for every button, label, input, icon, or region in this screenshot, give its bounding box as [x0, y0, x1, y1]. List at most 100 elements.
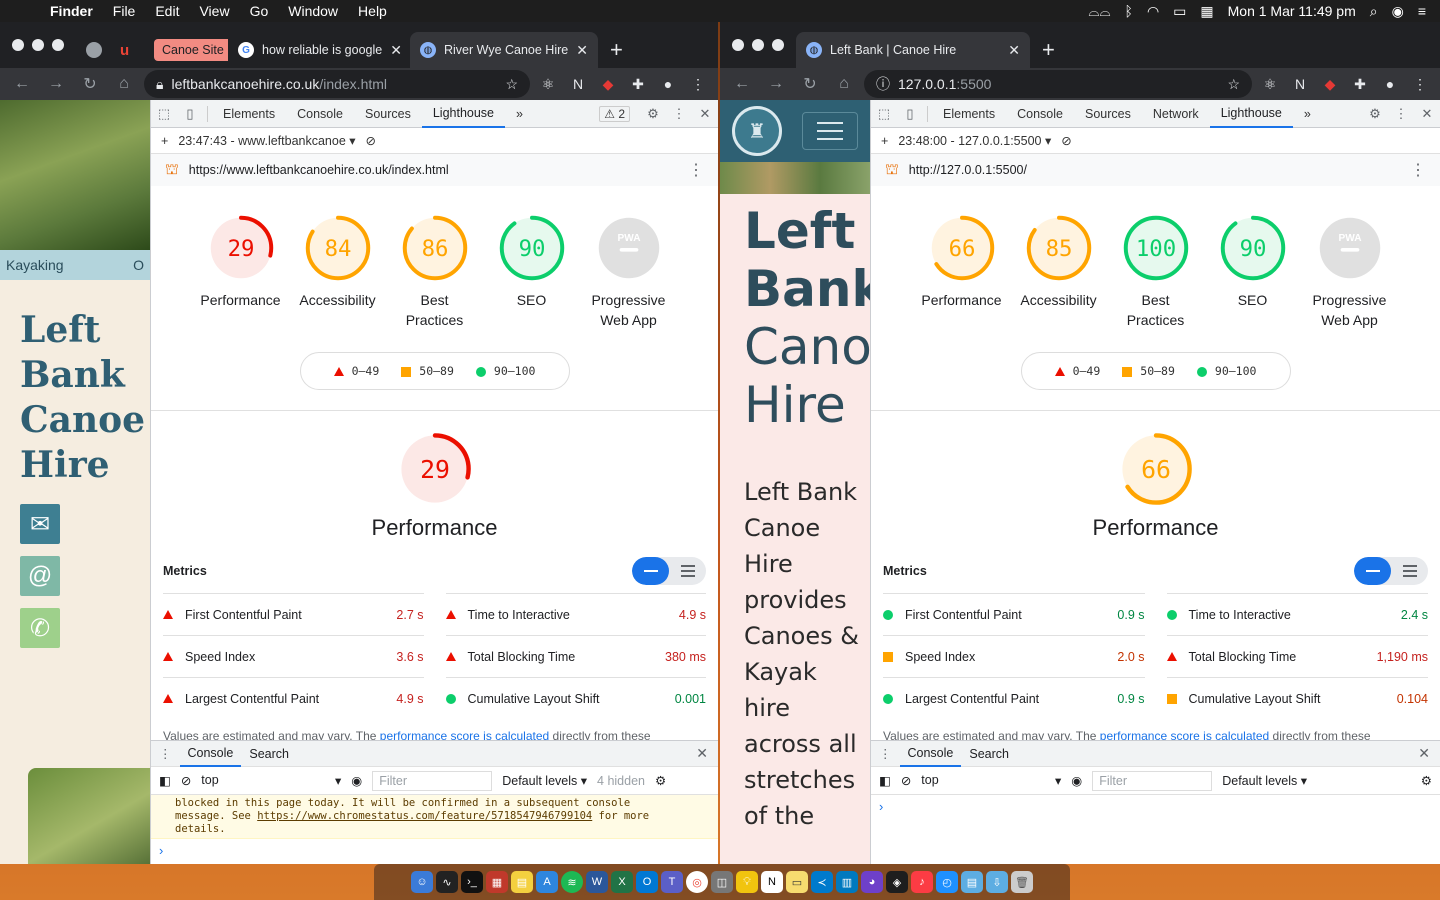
close-tab-icon[interactable]: ✕	[390, 42, 402, 59]
drawer-menu-icon[interactable]: ⋮	[151, 746, 180, 761]
spotify-icon[interactable]: ≋	[561, 871, 583, 893]
app-store-icon[interactable]: A	[536, 871, 558, 893]
more-tabs-icon[interactable]: »	[505, 100, 534, 128]
email-icon[interactable]: ✉	[20, 504, 60, 544]
vscode-icon[interactable]: ≺	[811, 871, 833, 893]
minimize-window-button[interactable]	[752, 39, 764, 51]
forward-icon[interactable]: →	[42, 75, 70, 93]
tab-left-bank[interactable]: ◍ Left Bank | Canoe Hire ✕	[796, 32, 1030, 68]
chrome-icon[interactable]: ◎	[686, 871, 708, 893]
score-gauge-performance[interactable]: 29 Performance	[198, 212, 283, 330]
menu-go[interactable]: Go	[240, 3, 279, 19]
figma-icon[interactable]: ◈	[886, 871, 908, 893]
battery-icon[interactable]: ▭	[1173, 3, 1186, 20]
react-devtools-icon[interactable]: ⚛	[1258, 76, 1282, 93]
context-select[interactable]: top ▾	[921, 773, 1061, 788]
live-expression-eye-icon[interactable]: ◉	[1071, 773, 1082, 788]
close-tab-icon[interactable]: ✕	[576, 42, 588, 59]
log-levels-select[interactable]: Default levels ▾	[1222, 773, 1307, 788]
settings-gear-icon[interactable]: ⚙	[640, 106, 666, 122]
zoom-window-button[interactable]	[52, 39, 64, 51]
drawer-tab-console[interactable]: Console	[899, 741, 962, 767]
expanded-view-icon[interactable]	[1391, 557, 1428, 585]
reload-icon[interactable]: ↻	[76, 74, 104, 94]
nav-next-link[interactable]: O	[133, 257, 144, 273]
tab-river-wye[interactable]: ◍ River Wye Canoe Hire ✕	[410, 32, 598, 68]
inspect-element-icon[interactable]: ⬚	[151, 106, 177, 122]
close-tab-icon[interactable]: ✕	[1008, 42, 1020, 59]
menu-file[interactable]: File	[103, 3, 146, 19]
profile-avatar[interactable]: ●	[656, 76, 680, 92]
keep-icon[interactable]: 💡︎	[736, 871, 758, 893]
more-tabs-icon[interactable]: »	[1293, 100, 1322, 128]
console-filter-input[interactable]: Filter	[372, 770, 493, 791]
info-icon[interactable]: ⓘ	[876, 74, 890, 94]
drawer-tab-console[interactable]: Console	[179, 741, 242, 767]
chromestatus-link[interactable]: https://www.chromestatus.com/feature/571…	[257, 810, 592, 822]
word-icon[interactable]: W	[586, 871, 608, 893]
nav-kayaking-link[interactable]: Kayaking	[6, 257, 64, 273]
score-gauge-accessibility[interactable]: 84 Accessibility	[295, 212, 380, 330]
devtools-tab-lighthouse[interactable]: Lighthouse	[1209, 100, 1293, 128]
bookmark-star-icon[interactable]: ☆	[505, 76, 518, 93]
clear-reports-icon[interactable]: ⊘	[1061, 133, 1071, 148]
new-tab-button[interactable]: +	[598, 32, 635, 68]
spotlight-search-icon[interactable]: ⌕	[1370, 3, 1378, 20]
sidebar-toggle-icon[interactable]: ◧	[159, 773, 171, 788]
devtools-tab-elements[interactable]: Elements	[212, 100, 286, 128]
sidebar-toggle-icon[interactable]: ◧	[879, 773, 891, 788]
calendar-icon[interactable]: ▦	[1200, 3, 1213, 20]
close-window-button[interactable]	[732, 39, 744, 51]
menu-help[interactable]: Help	[348, 3, 397, 19]
notion-icon[interactable]: N	[1288, 76, 1312, 92]
live-expression-eye-icon[interactable]: ◉	[351, 773, 362, 788]
notion-dock-icon[interactable]: N	[761, 871, 783, 893]
settings-gear-icon[interactable]: ⚙	[1362, 106, 1388, 122]
devtools-tab-sources[interactable]: Sources	[1074, 100, 1142, 128]
devtools-tab-console[interactable]: Console	[286, 100, 354, 128]
bluetooth-icon[interactable]: ᛒ	[1125, 3, 1133, 19]
notion-icon[interactable]: N	[566, 76, 590, 92]
lock-icon[interactable]: 🔒︎	[156, 76, 163, 93]
downloads-folder-icon[interactable]: ⇩	[986, 871, 1008, 893]
hamburger-menu-button[interactable]	[802, 112, 858, 150]
reload-icon[interactable]: ↻	[796, 74, 824, 94]
at-sign-icon[interactable]: @	[20, 556, 60, 596]
activity-monitor-icon[interactable]: ∿	[436, 871, 458, 893]
home-icon[interactable]: ⌂	[110, 75, 138, 93]
trello-icon[interactable]: ▥	[836, 871, 858, 893]
notes-icon[interactable]: ▤	[511, 871, 533, 893]
teams-icon[interactable]: T	[661, 871, 683, 893]
siri-icon[interactable]: ◉	[1392, 3, 1404, 20]
devtools-tab-lighthouse[interactable]: Lighthouse	[421, 100, 506, 128]
close-window-button[interactable]	[12, 39, 24, 51]
close-devtools-icon[interactable]: ✕	[1414, 106, 1440, 122]
report-select[interactable]: 23:48:00 - 127.0.0.1:5500 ▾	[898, 133, 1051, 148]
score-gauge-progressive-web-app[interactable]: PWA Progressive Web App	[586, 212, 671, 330]
profile-avatar[interactable]: ●	[1378, 76, 1402, 92]
minimize-window-button[interactable]	[32, 39, 44, 51]
devtools-tab-console[interactable]: Console	[1006, 100, 1074, 128]
tab-group-canoe-site[interactable]: Canoe Site	[144, 32, 228, 68]
score-gauge-progressive-web-app[interactable]: PWA Progressive Web App	[1307, 212, 1392, 330]
trash-icon[interactable]: 🗑︎	[1011, 871, 1033, 893]
menu-window[interactable]: Window	[278, 3, 348, 19]
compact-view-icon[interactable]	[1354, 557, 1391, 585]
log-levels-select[interactable]: Default levels ▾	[502, 773, 587, 788]
warnings-badge[interactable]: ⚠ 2	[599, 105, 630, 122]
chrome-menu-icon[interactable]: ⋮	[686, 76, 710, 93]
report-menu-icon[interactable]: ⋮	[688, 160, 704, 180]
close-drawer-icon[interactable]: ✕	[696, 745, 718, 762]
home-icon[interactable]: ⌂	[830, 75, 858, 93]
inspect-element-icon[interactable]: ⬚	[871, 106, 897, 122]
clear-reports-icon[interactable]: ⊘	[366, 133, 376, 148]
score-gauge-performance[interactable]: 66 Performance	[919, 212, 1004, 330]
extensions-puzzle-icon[interactable]: ✚	[626, 76, 650, 93]
applications-folder-icon[interactable]: ▤	[961, 871, 983, 893]
console-settings-icon[interactable]: ⚙	[655, 773, 666, 788]
finder-icon[interactable]: ☺	[411, 871, 433, 893]
devtools-tab-sources[interactable]: Sources	[354, 100, 422, 128]
pinned-tab-github[interactable]	[76, 32, 110, 68]
devtools-menu-icon[interactable]: ⋮	[1388, 106, 1414, 122]
menu-edit[interactable]: Edit	[145, 3, 189, 19]
